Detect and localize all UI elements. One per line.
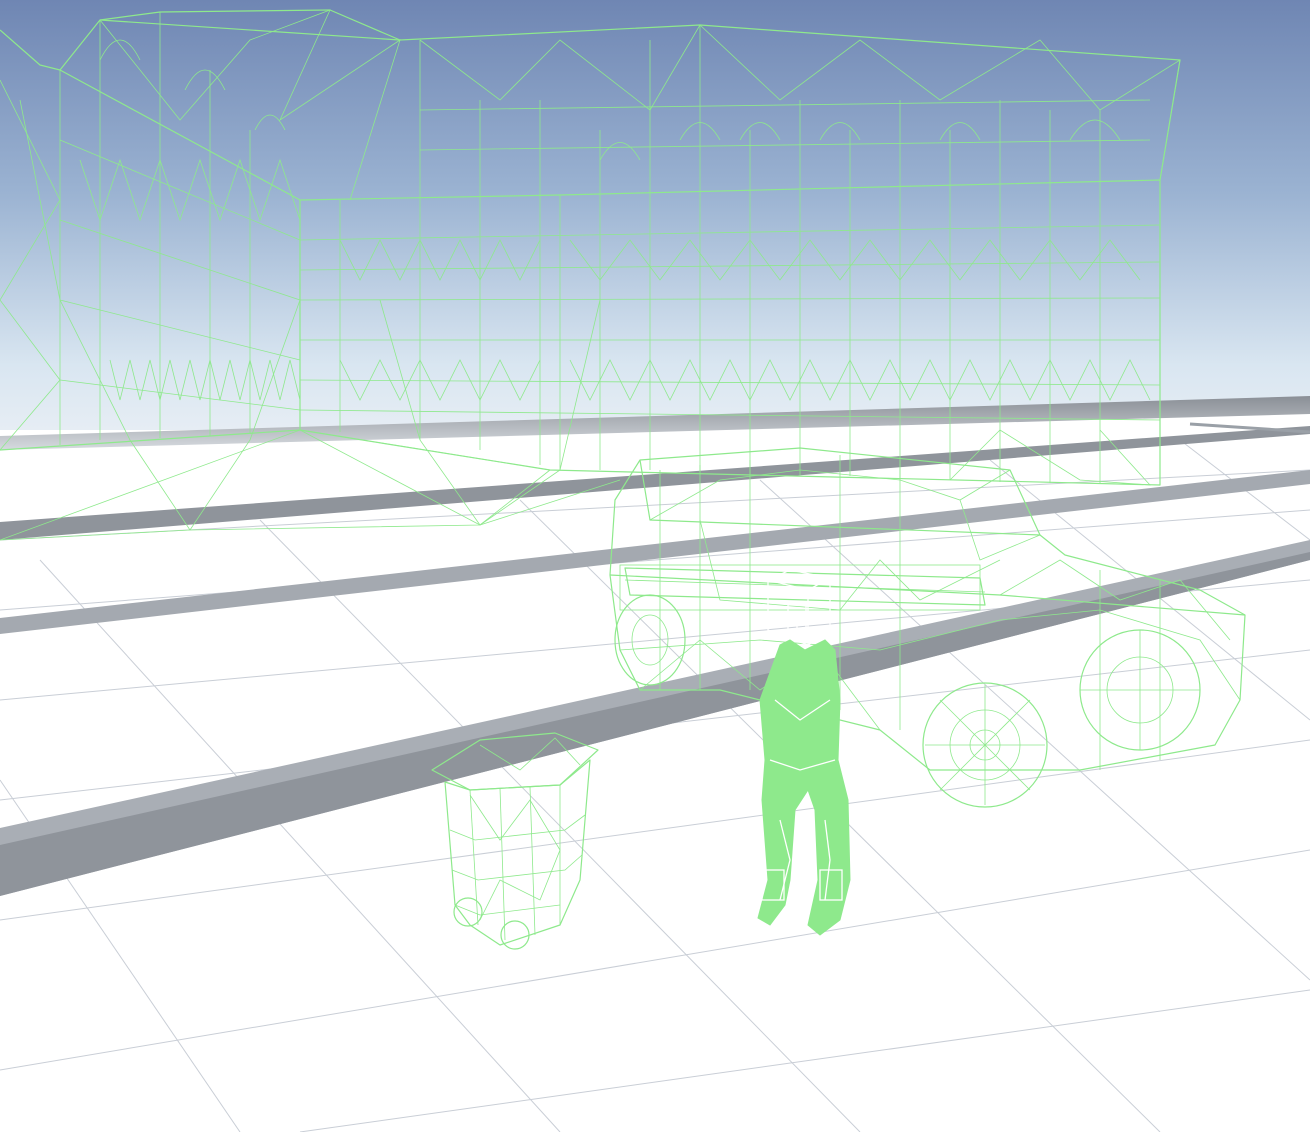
wireframe-scene[interactable] [0, 0, 1310, 1132]
scene-viewport[interactable] [0, 0, 1310, 1132]
sky [0, 0, 1310, 430]
